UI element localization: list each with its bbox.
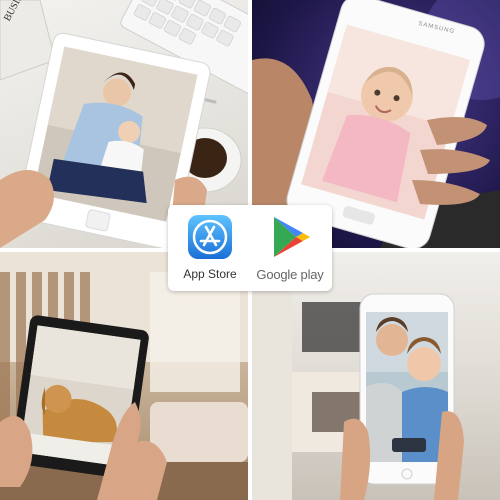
app-store-label: App Store: [183, 267, 237, 281]
google-play-icon: [266, 213, 314, 261]
app-store-link[interactable]: App Store: [172, 213, 248, 281]
app-store-icon: [186, 213, 234, 261]
store-badge: App Store Google play: [168, 205, 332, 291]
google-play-link[interactable]: Google play: [252, 213, 328, 282]
collage: BUSINESS: [0, 0, 500, 500]
google-play-label: Google play: [256, 267, 324, 282]
